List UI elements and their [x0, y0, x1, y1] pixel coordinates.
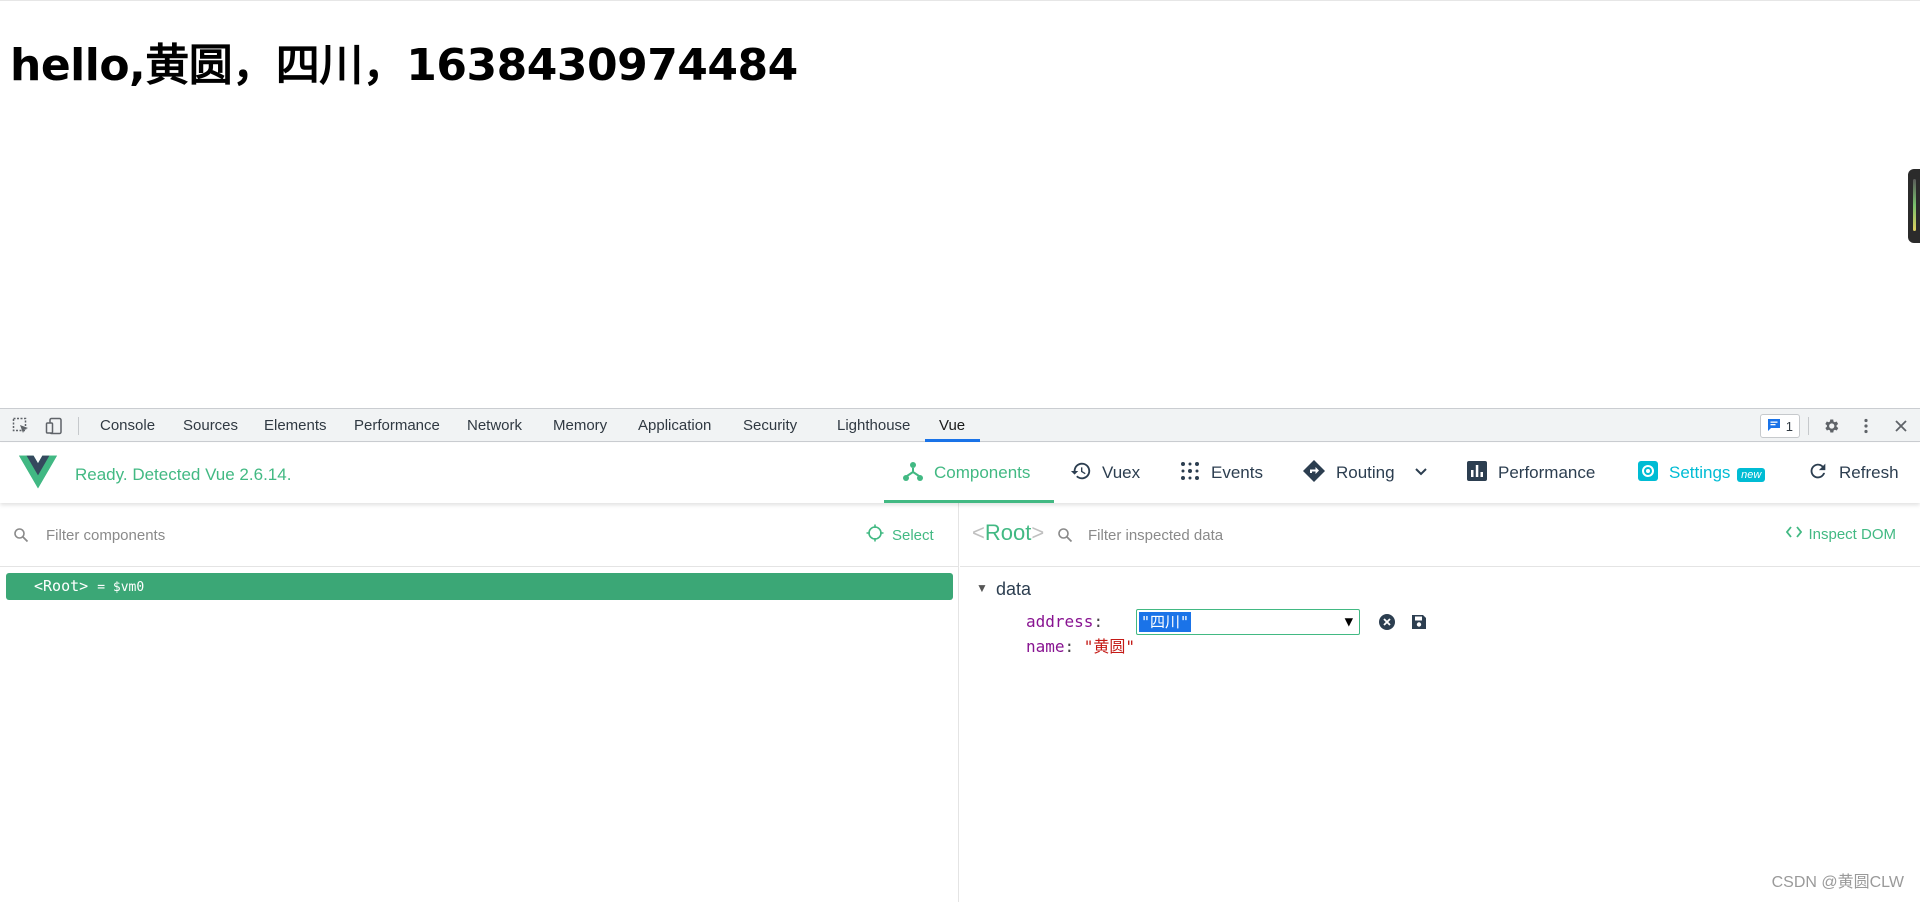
- new-badge: new: [1737, 468, 1766, 482]
- settings-icon: [1637, 460, 1659, 487]
- tab-elements[interactable]: Elements: [264, 409, 327, 442]
- title-open-bracket: <: [972, 520, 985, 545]
- vue-status-text: Ready. Detected Vue 2.6.14.: [75, 465, 292, 484]
- address-value-editor[interactable]: "四川" ▼: [1136, 609, 1360, 635]
- active-nav-indicator: [884, 500, 1054, 503]
- components-icon: [902, 460, 924, 487]
- toolbar-divider: [78, 417, 79, 435]
- issues-count: 1: [1785, 418, 1793, 434]
- nav-routing[interactable]: Routing: [1302, 443, 1429, 503]
- root-vm-alias: = $vm0: [97, 580, 145, 595]
- nav-refresh-label: Refresh: [1839, 463, 1899, 482]
- nav-components[interactable]: Components: [902, 443, 1030, 503]
- nav-vuex[interactable]: Vuex: [1070, 443, 1140, 503]
- inspect-dom-button[interactable]: Inspect DOM: [1786, 525, 1896, 543]
- events-icon: [1179, 460, 1201, 487]
- root-open-bracket: <: [34, 577, 44, 595]
- nav-events[interactable]: Events: [1179, 443, 1263, 503]
- close-icon[interactable]: [1890, 415, 1912, 437]
- tab-application[interactable]: Application: [638, 409, 711, 442]
- nav-refresh[interactable]: Refresh: [1807, 443, 1899, 503]
- inspected-component-title: <Root>: [972, 520, 1044, 546]
- chevron-down-icon: [1413, 463, 1429, 484]
- gear-icon[interactable]: [1820, 415, 1842, 437]
- nav-components-label: Components: [934, 463, 1031, 482]
- tab-network[interactable]: Network: [467, 409, 522, 442]
- inspect-dom-label: Inspect DOM: [1808, 525, 1896, 543]
- save-icon[interactable]: [1408, 611, 1430, 633]
- active-tab-indicator: [925, 439, 980, 442]
- tab-sources[interactable]: Sources: [183, 409, 238, 442]
- tab-performance[interactable]: Performance: [354, 409, 440, 442]
- refresh-icon: [1807, 460, 1829, 487]
- bar-chart-icon: [1466, 460, 1488, 487]
- history-icon: [1070, 460, 1092, 487]
- prop-row-name: name: "黄圆": [1026, 636, 1135, 658]
- component-filter-bar: Select: [0, 503, 959, 567]
- prop-colon: :: [1093, 612, 1104, 631]
- tab-memory[interactable]: Memory: [553, 409, 607, 442]
- filter-inspected-data-input[interactable]: [1088, 523, 1488, 547]
- data-section-label: data: [996, 579, 1032, 599]
- watermark-text: CSDN @黄圆CLW: [1771, 874, 1904, 891]
- directions-icon: [1302, 459, 1326, 488]
- nav-routing-label: Routing: [1336, 463, 1395, 482]
- target-icon: [866, 524, 884, 546]
- inspector-pane: <Root> Inspect DOM ▼ data address: "四川" …: [960, 503, 1920, 902]
- tab-security[interactable]: Security: [743, 409, 797, 442]
- inspector-header: <Root> Inspect DOM: [960, 503, 1920, 567]
- filter-components-input[interactable]: [46, 523, 546, 547]
- nav-vuex-label: Vuex: [1102, 463, 1141, 482]
- vue-logo-icon: [19, 455, 57, 494]
- prop-colon: :: [1064, 637, 1084, 656]
- side-scroll-widget[interactable]: [1908, 169, 1920, 243]
- select-component-button[interactable]: Select: [866, 523, 934, 547]
- nav-performance-label: Performance: [1498, 463, 1596, 482]
- device-toolbar-icon[interactable]: [43, 415, 65, 437]
- cancel-edit-icon[interactable]: [1376, 611, 1398, 633]
- prop-key: address: [1026, 612, 1094, 631]
- root-component-name: Root: [43, 577, 80, 595]
- inspected-component-name: Root: [984, 520, 1032, 545]
- address-editor-value: "四川": [1139, 612, 1192, 632]
- message-icon: [1767, 418, 1781, 435]
- toolbar-divider: [1808, 417, 1809, 435]
- title-close-bracket: >: [1031, 520, 1045, 545]
- nav-settings[interactable]: Settings new: [1637, 443, 1766, 503]
- nav-settings-label: Settings new: [1669, 463, 1766, 483]
- page-heading: hello,黄圆，四川，1638430974484: [10, 40, 798, 91]
- prop-row-address: address: "四川" ▼: [1026, 609, 1426, 635]
- code-icon: [1786, 525, 1803, 543]
- dropdown-arrow-icon[interactable]: ▼: [1345, 611, 1353, 633]
- more-vertical-icon[interactable]: [1855, 415, 1877, 437]
- select-label: Select: [892, 526, 934, 544]
- devtools-tabbar: Console Sources Elements Performance Net…: [0, 408, 1920, 442]
- tab-console[interactable]: Console: [100, 409, 155, 442]
- nav-performance[interactable]: Performance: [1466, 443, 1595, 503]
- search-icon: [13, 527, 29, 548]
- nav-events-label: Events: [1211, 463, 1263, 482]
- collapse-triangle-icon[interactable]: ▼: [976, 581, 988, 595]
- tab-lighthouse[interactable]: Lighthouse: [837, 409, 910, 442]
- component-tree-row-root[interactable]: <Root> = $vm0: [6, 573, 953, 600]
- component-tree-pane: Select <Root> = $vm0: [0, 503, 959, 902]
- tab-vue[interactable]: Vue: [939, 409, 965, 442]
- page-viewport: hello,黄圆，四川，1638430974484: [0, 0, 1920, 408]
- search-icon: [1057, 527, 1073, 548]
- prop-value[interactable]: "黄圆": [1084, 637, 1135, 656]
- inspect-element-icon[interactable]: [10, 415, 32, 437]
- root-close-bracket: >: [79, 577, 89, 595]
- settings-label: Settings: [1669, 463, 1731, 482]
- prop-key: name: [1026, 637, 1065, 656]
- vue-devtools-header: Ready. Detected Vue 2.6.14. Components V…: [0, 443, 1920, 503]
- issues-badge[interactable]: 1: [1759, 414, 1800, 438]
